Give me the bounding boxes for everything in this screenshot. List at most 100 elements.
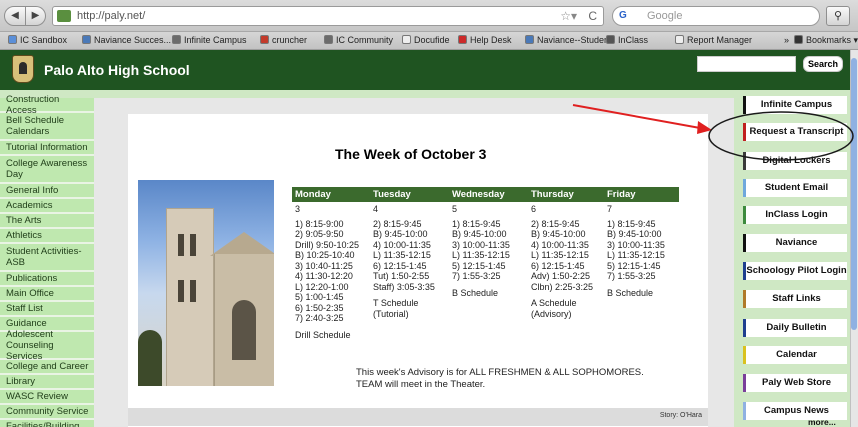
- schedule-type-line: B Schedule: [607, 287, 654, 298]
- left-nav-label: College and Career: [6, 361, 89, 372]
- period-time: L) 11:35-12:15: [452, 250, 510, 260]
- left-nav-item[interactable]: Bell Schedule Calendars: [0, 113, 94, 141]
- period-time: 3) 10:00-11:35: [452, 239, 510, 250]
- tree-silhouette: [138, 330, 162, 386]
- tower-window: [178, 234, 184, 256]
- google-engine-icon[interactable]: G: [619, 10, 627, 21]
- left-nav-label: Student Activities-ASB: [6, 246, 82, 268]
- bookmark-favicon-icon: [458, 35, 467, 44]
- right-nav-button[interactable]: Student Email: [743, 179, 847, 197]
- scrollbar-thumb[interactable]: [851, 58, 857, 330]
- right-nav-button[interactable]: Digital Lockers: [743, 152, 847, 170]
- period-time: Adv) 1:50-2:25: [531, 271, 591, 281]
- bookmark-item[interactable]: Docufide: [402, 35, 450, 45]
- right-nav-button[interactable]: InClass Login: [743, 206, 847, 224]
- period-time: 1) 8:15-9:45: [452, 218, 501, 229]
- story-footer-bar: Story: O'Hara: [128, 408, 708, 426]
- bookmark-item[interactable]: IC Sandbox: [8, 35, 67, 45]
- right-nav-button[interactable]: Calendar: [743, 346, 847, 364]
- left-nav-item[interactable]: Main Office: [0, 287, 94, 302]
- reload-icon[interactable]: C: [588, 9, 597, 23]
- period-time: B) 10:25-10:40: [295, 250, 355, 260]
- bookmark-item[interactable]: InClass: [606, 35, 648, 45]
- left-nav-item[interactable]: College and Career: [0, 360, 94, 375]
- period-time: 2) 8:15-9:45: [373, 218, 422, 229]
- right-nav-button[interactable]: Schoology Pilot Login: [743, 262, 847, 280]
- bookmark-star-icon[interactable]: ☆▾: [560, 9, 577, 23]
- period-time: 3) 10:40-11:25: [295, 260, 353, 271]
- day-header: Tuesday: [370, 187, 449, 202]
- left-nav-item[interactable]: Tutorial Information: [0, 141, 94, 156]
- period-time: 2) 9:05-9:50: [295, 229, 344, 239]
- left-nav-item[interactable]: The Arts: [0, 214, 94, 229]
- left-nav-item[interactable]: Library: [0, 375, 94, 390]
- bookmark-item[interactable]: Help Desk: [458, 35, 512, 45]
- bookmark-item[interactable]: IC Community: [324, 35, 393, 45]
- schedule-type-line: Drill Schedule: [295, 329, 351, 340]
- left-nav-label: Athletics: [6, 230, 42, 241]
- left-nav-item[interactable]: Staff List: [0, 302, 94, 317]
- bookmark-item[interactable]: cruncher: [260, 35, 307, 45]
- bookmark-label: InClass: [618, 35, 649, 45]
- school-building-photo: [138, 180, 274, 386]
- right-nav-button[interactable]: Request a Transcript: [743, 123, 847, 141]
- left-nav-item[interactable]: Student Activities-ASB: [0, 244, 94, 272]
- site-favicon-icon: [57, 10, 71, 22]
- browser-toolbar: ◀ ▶ http://paly.net/ ☆▾ C G Google ⚲: [0, 0, 858, 32]
- left-nav-item[interactable]: College Awareness Day: [0, 156, 94, 184]
- left-nav-item[interactable]: Community Service: [0, 405, 94, 420]
- bookmark-label: Help Desk: [470, 35, 512, 45]
- bookmark-label: Docufide: [414, 35, 450, 45]
- period-time: B) 9:45-10:00: [452, 229, 507, 239]
- right-nav-button[interactable]: Infinite Campus: [743, 96, 847, 114]
- left-nav-item[interactable]: Construction Access: [0, 94, 94, 116]
- magnifier-icon[interactable]: ⚲: [826, 6, 850, 26]
- right-nav-button[interactable]: Staff Links: [743, 290, 847, 308]
- right-nav-button[interactable]: Daily Bulletin: [743, 319, 847, 337]
- right-nav-button[interactable]: Paly Web Store: [743, 374, 847, 392]
- period-time: 5) 1:00-1:45: [295, 292, 344, 302]
- site-title[interactable]: Palo Alto High School: [44, 62, 190, 78]
- left-nav-label: Guidance: [6, 318, 47, 329]
- address-bar[interactable]: http://paly.net/ ☆▾ C: [52, 6, 604, 26]
- bookmark-item[interactable]: Bookmarks ▾: [794, 35, 858, 46]
- site-search-button[interactable]: Search: [803, 56, 843, 72]
- left-nav-label: WASC Review: [6, 391, 68, 402]
- period-time: 1) 8:15-9:45: [607, 218, 656, 229]
- bookmark-item[interactable]: »: [784, 35, 789, 45]
- url-text[interactable]: http://paly.net/: [77, 10, 145, 22]
- right-nav-label: Calendar: [776, 349, 817, 360]
- bookmark-item[interactable]: Naviance--Student: [525, 35, 612, 45]
- day-periods: 1) 8:15-9:45 B) 9:45-10:00 3) 10:00-11:35 L…: [604, 217, 679, 343]
- back-button[interactable]: ◀: [4, 6, 26, 26]
- bookmark-favicon-icon: [606, 35, 615, 44]
- forward-button[interactable]: ▶: [26, 6, 46, 26]
- bookmark-item[interactable]: Naviance Succes...: [82, 35, 171, 45]
- left-nav-item[interactable]: WASC Review: [0, 390, 94, 405]
- period-time: 5) 12:15-1:45: [452, 260, 506, 271]
- left-nav-item[interactable]: Adolescent Counseling Services: [0, 329, 94, 362]
- building-arch: [232, 300, 256, 360]
- bookmark-favicon-icon: [8, 35, 17, 44]
- right-nav-label: Student Email: [764, 182, 829, 193]
- more-link[interactable]: more...: [808, 417, 836, 427]
- day-number: 4: [373, 204, 379, 214]
- day-number: 7: [607, 204, 613, 214]
- schedule-type: T Schedule (Tutorial): [373, 298, 446, 319]
- left-nav-item[interactable]: General Info: [0, 184, 94, 199]
- right-nav-button[interactable]: Naviance: [743, 234, 847, 252]
- period-time: 6) 12:15-1:45: [531, 260, 585, 271]
- browser-search-input[interactable]: G Google: [612, 6, 820, 26]
- bookmark-item[interactable]: Infinite Campus: [172, 35, 247, 45]
- period-time: 7) 1:55-3:25: [607, 271, 656, 281]
- left-nav-item[interactable]: Facilities/Building: [0, 420, 94, 427]
- left-nav-item[interactable]: Academics: [0, 199, 94, 214]
- story-credit: Story: O'Hara: [659, 412, 702, 419]
- left-nav-item[interactable]: Athletics: [0, 229, 94, 244]
- bookmark-item[interactable]: Report Manager: [675, 35, 752, 45]
- left-nav-item[interactable]: Publications: [0, 272, 94, 287]
- right-nav-label: InClass Login: [765, 209, 828, 220]
- period-time: 5) 12:15-1:45: [607, 260, 661, 271]
- site-search-input[interactable]: [697, 56, 796, 72]
- right-nav-label: Paly Web Store: [762, 377, 831, 388]
